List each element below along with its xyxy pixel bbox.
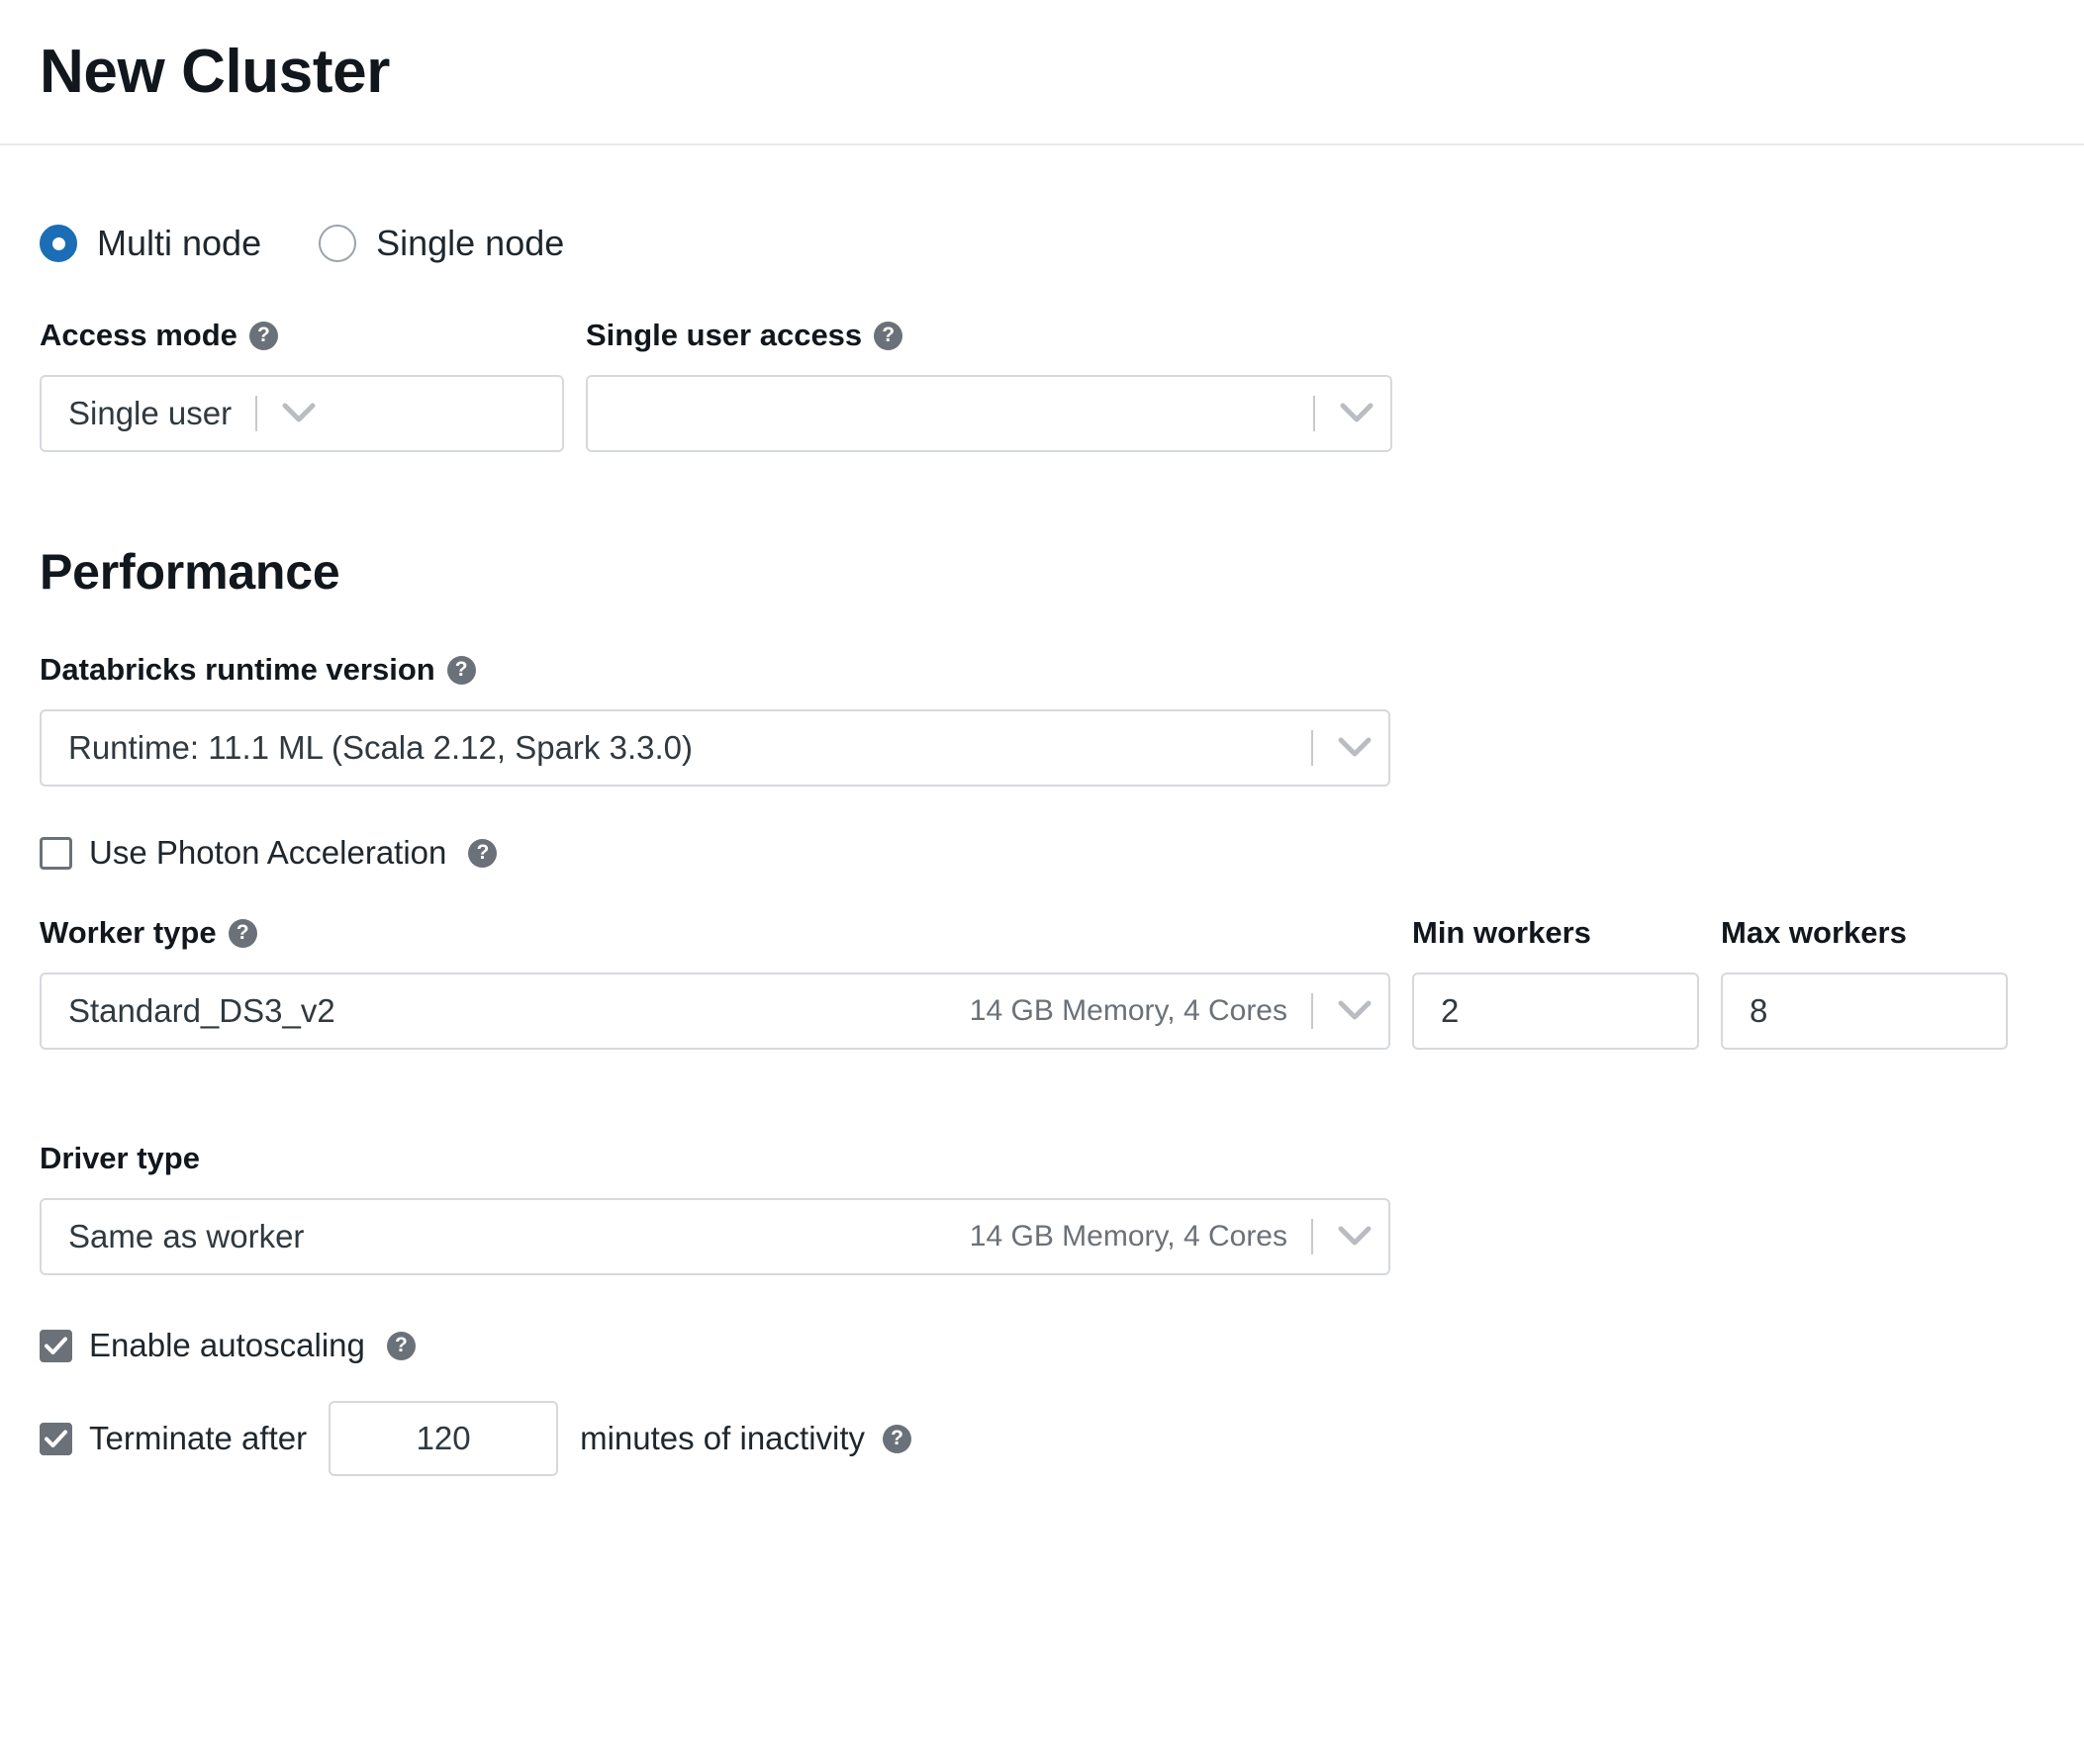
chevron-down-icon[interactable]: [277, 403, 332, 424]
radio-label-single-node: Single node: [376, 223, 565, 263]
checkbox-enable-autoscaling[interactable]: [40, 1329, 72, 1362]
terminate-after-suffix: minutes of inactivity ?: [580, 1420, 912, 1457]
help-icon[interactable]: ?: [883, 1424, 912, 1453]
terminate-minutes-input[interactable]: 120: [329, 1401, 559, 1476]
single-user-access-label-text: Single user access: [586, 318, 863, 352]
driver-type-meta: 14 GB Memory, 4 Cores: [969, 1220, 1287, 1253]
dropdown-divider: [1311, 730, 1313, 766]
access-mode-label-text: Access mode: [40, 318, 237, 352]
access-mode-dropdown[interactable]: Single user: [40, 375, 564, 452]
min-workers-label: Min workers: [1412, 915, 1591, 950]
worker-type-field: Worker type ? Standard_DS3_v2 14 GB Memo…: [40, 915, 1390, 1050]
worker-type-meta: 14 GB Memory, 4 Cores: [969, 994, 1287, 1027]
runtime-version-label-text: Databricks runtime version: [40, 652, 435, 687]
performance-section-heading: Performance: [40, 544, 340, 600]
driver-type-field: Driver type Same as worker 14 GB Memory,…: [40, 1141, 2044, 1275]
driver-type-value: Same as worker: [68, 1218, 305, 1254]
help-icon[interactable]: ?: [446, 655, 476, 685]
help-icon[interactable]: ?: [228, 918, 257, 948]
enable-autoscaling-row[interactable]: Enable autoscaling ?: [40, 1327, 2044, 1364]
driver-type-label: Driver type: [40, 1141, 200, 1175]
chevron-down-icon[interactable]: [1333, 737, 1388, 759]
photon-acceleration-label: Use Photon Acceleration: [89, 834, 447, 871]
min-workers-field: Min workers 2: [1412, 915, 1699, 1050]
enable-autoscaling-label: Enable autoscaling: [89, 1327, 365, 1363]
runtime-version-label: Databricks runtime version ?: [40, 652, 2044, 688]
single-user-access-dropdown[interactable]: [586, 375, 1392, 452]
checkbox-photon-acceleration[interactable]: [40, 836, 72, 870]
radio-icon-multi-node[interactable]: [40, 225, 77, 262]
page-title: New Cluster: [40, 37, 390, 106]
radio-option-multi-node[interactable]: Multi node: [40, 223, 261, 264]
runtime-version-dropdown[interactable]: Runtime: 11.1 ML (Scala 2.12, Spark 3.3.…: [40, 709, 1390, 787]
worker-type-dropdown[interactable]: Standard_DS3_v2 14 GB Memory, 4 Cores: [40, 973, 1390, 1050]
radio-option-single-node[interactable]: Single node: [319, 223, 564, 264]
single-user-access-label: Single user access ?: [586, 318, 1392, 353]
terminate-after-row: Terminate after 120 minutes of inactivit…: [40, 1401, 2044, 1476]
access-mode-value: Single user: [68, 395, 233, 431]
dropdown-divider: [255, 396, 258, 431]
max-workers-field: Max workers 8: [1721, 915, 2008, 1050]
driver-type-dropdown[interactable]: Same as worker 14 GB Memory, 4 Cores: [40, 1198, 1390, 1275]
help-icon[interactable]: ?: [468, 838, 498, 868]
terminate-after-label: Terminate after: [89, 1420, 308, 1456]
terminate-after-suffix-text: minutes of inactivity: [580, 1420, 866, 1456]
min-workers-input[interactable]: 2: [1412, 973, 1699, 1050]
worker-type-value: Standard_DS3_v2: [68, 992, 335, 1029]
dropdown-divider: [1313, 396, 1315, 431]
access-mode-field: Access mode ? Single user: [40, 318, 564, 452]
runtime-version-value: Runtime: 11.1 ML (Scala 2.12, Spark 3.3.…: [68, 729, 693, 766]
page-header: New Cluster: [0, 0, 2084, 145]
worker-type-label-text: Worker type: [40, 915, 217, 950]
dropdown-divider: [1311, 1219, 1313, 1254]
chevron-down-icon[interactable]: [1333, 1000, 1388, 1022]
cluster-form: Multi node Single node Access mode ? Sin…: [0, 223, 2084, 1476]
access-mode-label: Access mode ?: [40, 318, 564, 353]
chevron-down-icon[interactable]: [1335, 403, 1390, 424]
single-user-access-field: Single user access ?: [586, 318, 1392, 452]
chevron-down-icon[interactable]: [1333, 1226, 1388, 1248]
help-icon[interactable]: ?: [386, 1331, 416, 1360]
worker-row: Worker type ? Standard_DS3_v2 14 GB Memo…: [40, 915, 2044, 1050]
worker-type-label: Worker type ?: [40, 915, 1390, 951]
radio-icon-single-node[interactable]: [319, 225, 357, 262]
checkbox-terminate-after[interactable]: [40, 1422, 72, 1455]
max-workers-label: Max workers: [1721, 915, 1907, 950]
cluster-mode-radio-group: Multi node Single node: [40, 223, 2044, 264]
help-icon[interactable]: ?: [248, 321, 278, 350]
radio-label-multi-node: Multi node: [97, 223, 262, 263]
help-icon[interactable]: ?: [874, 321, 903, 350]
photon-acceleration-row[interactable]: Use Photon Acceleration ?: [40, 834, 2044, 872]
access-row: Access mode ? Single user Single user ac…: [40, 318, 2044, 452]
runtime-version-field: Databricks runtime version ? Runtime: 11…: [40, 652, 2044, 787]
max-workers-input[interactable]: 8: [1721, 973, 2008, 1050]
dropdown-divider: [1311, 993, 1313, 1029]
